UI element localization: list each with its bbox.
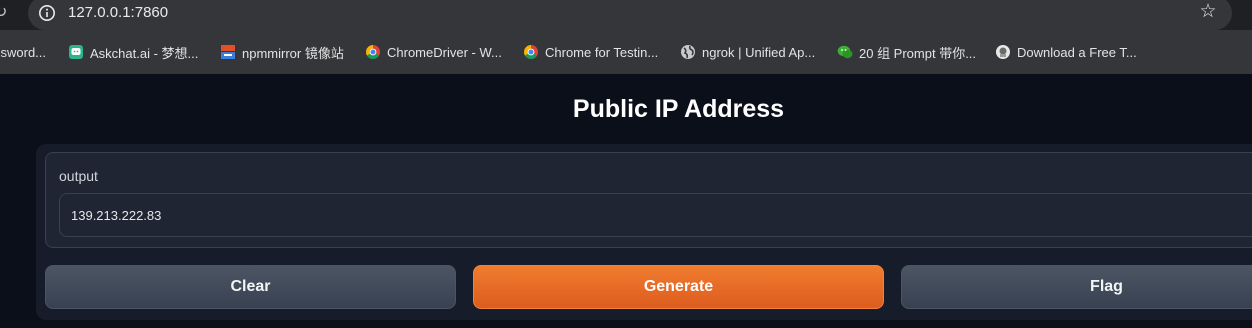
bookmark-label: Download a Free T...	[1017, 44, 1137, 60]
askchat-icon	[69, 45, 83, 59]
output-textbox[interactable]: 139.213.222.83	[59, 193, 1252, 237]
bookmark-label: Askchat.ai - 梦想...	[90, 45, 199, 61]
browser-address-row: ↻ 127.0.0.1:7860 ☆	[0, 0, 1252, 30]
clear-button[interactable]: Clear	[45, 265, 456, 309]
bookmark-label: Chrome for Testin...	[545, 44, 659, 60]
npmmirror-icon	[221, 45, 235, 59]
bookmark-item[interactable]: npmmirror 镜像站	[220, 42, 344, 62]
bookmarks-bar: ssword... Askchat.ai - 梦想... npmmirror 镜…	[0, 30, 1252, 74]
flag-button[interactable]: Flag	[901, 265, 1252, 309]
app-container: Public IP Address output 139.213.222.83 …	[0, 74, 1252, 328]
bookmark-item[interactable]: Askchat.ai - 梦想...	[68, 42, 198, 62]
bookmark-label: ngrok | Unified Ap...	[702, 44, 816, 60]
globe-icon	[681, 45, 695, 59]
reload-icon[interactable]: ↻	[0, 3, 10, 23]
site-info-icon[interactable]	[38, 4, 56, 22]
bookmark-item[interactable]: ChromeDriver - W...	[365, 42, 502, 62]
wechat-icon	[837, 45, 853, 59]
address-bar[interactable]: 127.0.0.1:7860 ☆	[28, 0, 1232, 30]
url-text[interactable]: 127.0.0.1:7860	[68, 3, 168, 23]
bookmark-star-icon[interactable]: ☆	[1198, 2, 1218, 22]
chrome-testing-icon	[524, 45, 538, 59]
output-label: output	[59, 168, 98, 184]
bookmark-label: ChromeDriver - W...	[387, 44, 502, 60]
bookmark-label: npmmirror 镜像站	[242, 45, 344, 61]
bookmark-label: ssword...	[0, 44, 47, 60]
generate-button[interactable]: Generate	[473, 265, 884, 309]
bookmark-item[interactable]: ssword...	[0, 42, 46, 62]
output-value[interactable]: 139.213.222.83	[71, 207, 161, 225]
bookmark-item[interactable]: Download a Free T...	[995, 42, 1137, 62]
chrome-icon	[366, 45, 380, 59]
bookmark-item[interactable]: Chrome for Testin...	[523, 42, 658, 62]
output-block: output 139.213.222.83	[45, 152, 1252, 248]
download-site-icon	[996, 45, 1010, 59]
page-title: Public IP Address	[572, 95, 785, 123]
bookmark-item[interactable]: 20 组 Prompt 带你...	[837, 42, 976, 62]
interface-panel: output 139.213.222.83 Clear Generate Fla…	[36, 144, 1252, 320]
bookmark-label: 20 组 Prompt 带你...	[859, 45, 977, 61]
bookmark-item[interactable]: ngrok | Unified Ap...	[680, 42, 815, 62]
